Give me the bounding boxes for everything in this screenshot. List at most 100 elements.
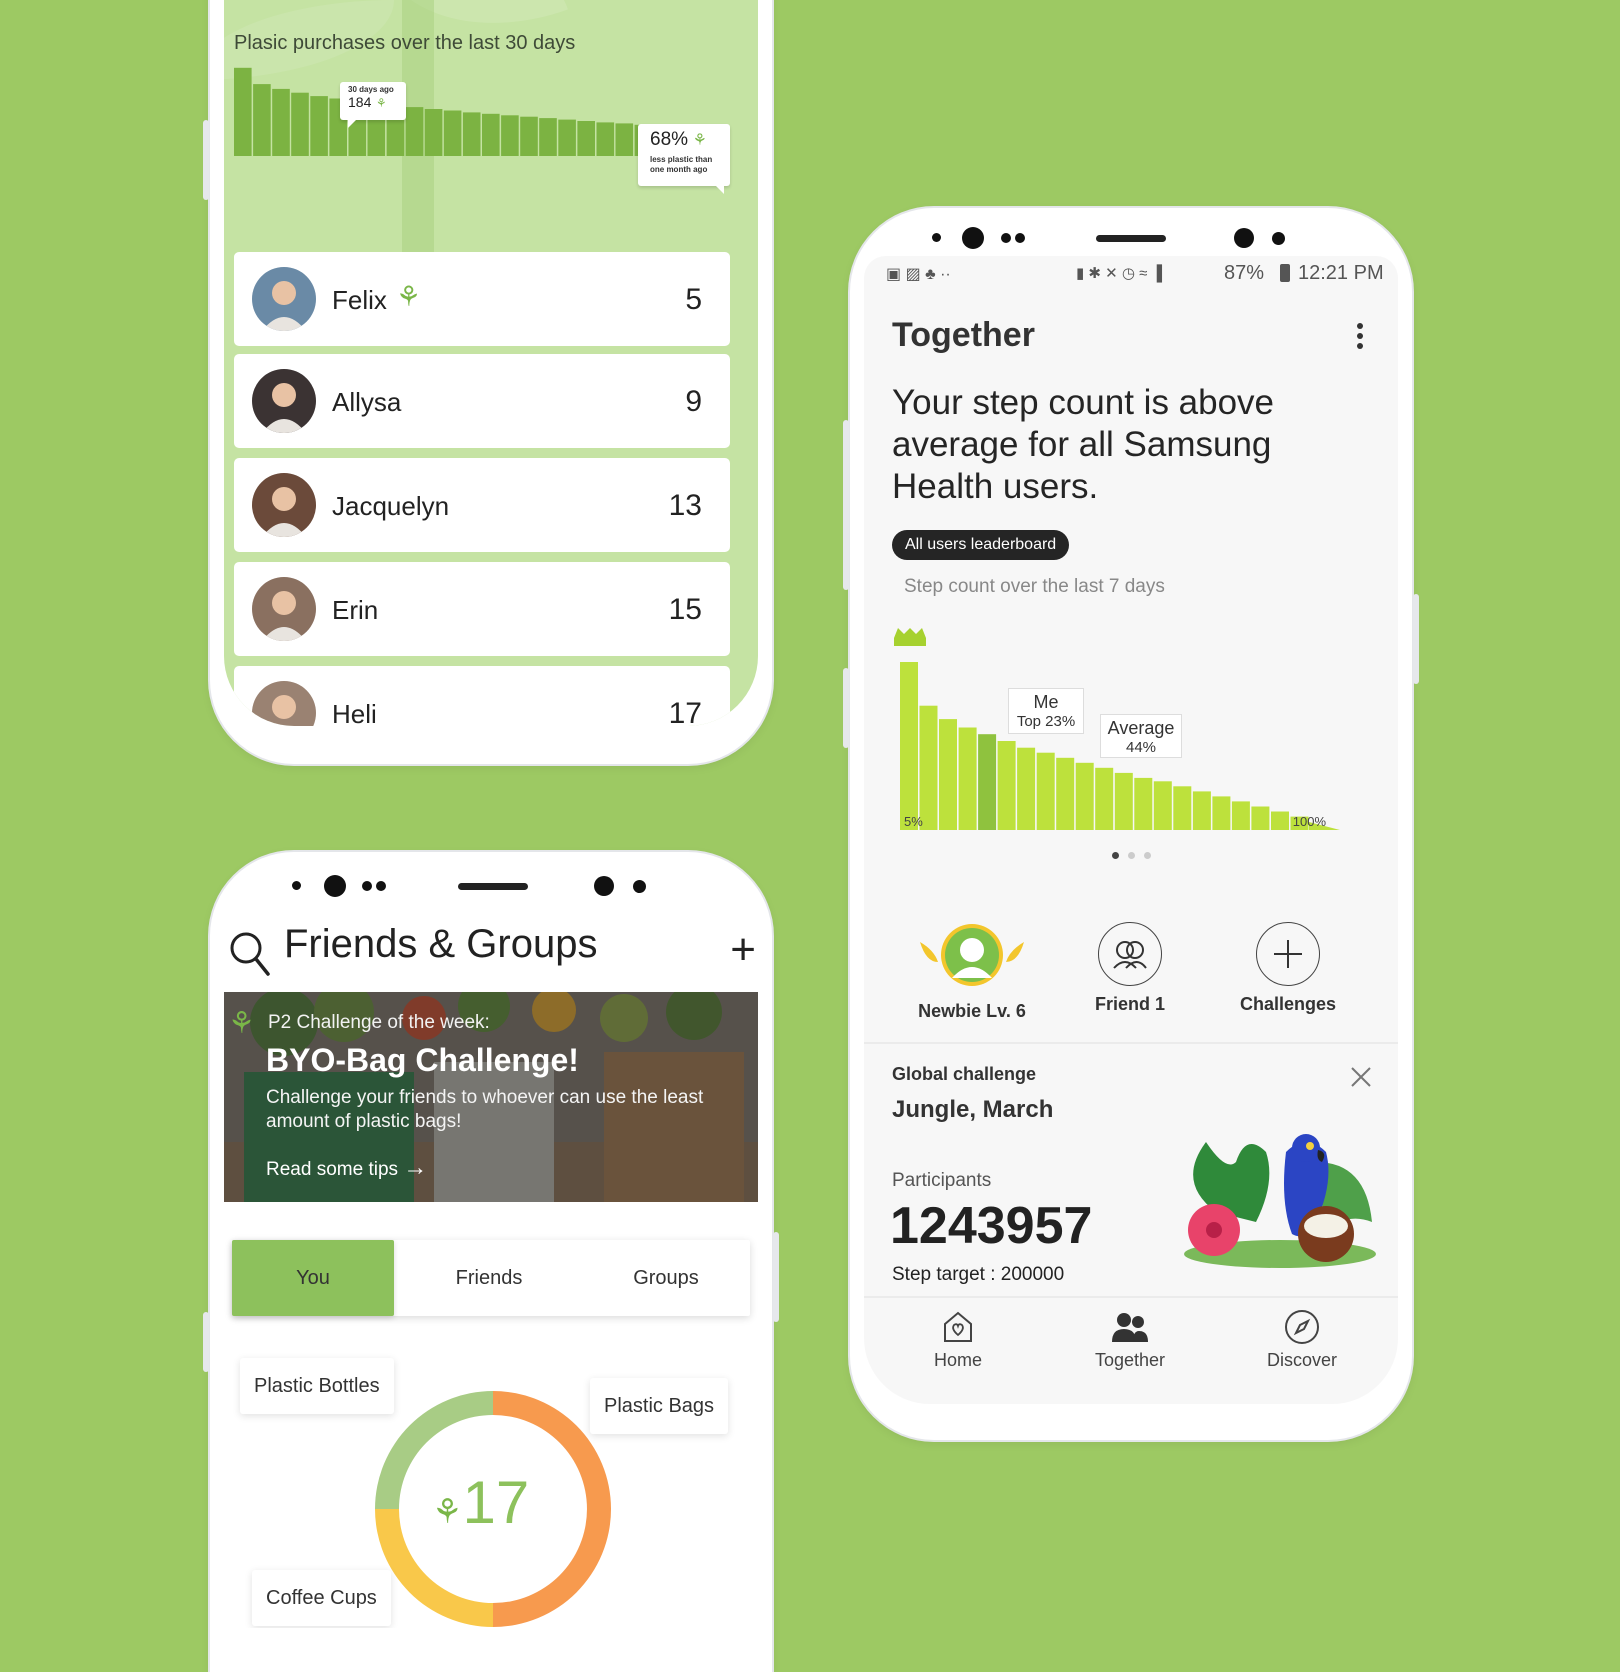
nav-discover-label: Discover — [1266, 1350, 1337, 1370]
step-target: Step target : 200000 — [892, 1264, 1065, 1285]
together-icon — [1060, 1308, 1200, 1346]
participants-value: 1243957 — [890, 1197, 1093, 1255]
step-bar — [1192, 791, 1211, 830]
battery-percent: 87% — [1224, 262, 1265, 284]
player-score: 15 — [668, 593, 702, 626]
player-name: Felix — [332, 285, 387, 315]
average-label: Average — [1107, 718, 1175, 738]
discover-icon — [1232, 1308, 1372, 1346]
player-name: Jacquelyn — [332, 491, 450, 521]
avatar-badge-icon — [920, 924, 1024, 986]
player-name: Heli — [332, 699, 377, 726]
read-tips-link[interactable]: Read some tips → — [266, 1154, 427, 1182]
average-value: 44% — [1125, 739, 1157, 756]
all-users-leaderboard-button[interactable]: All users leaderboard — [892, 530, 1070, 560]
challenge-banner[interactable]: ⚘ P2 Challenge of the week: BYO-Bag Chal… — [224, 992, 758, 1202]
add-icon[interactable]: + — [730, 928, 756, 972]
plastic-bar — [462, 112, 481, 156]
plastic-bar — [310, 96, 328, 156]
sprout-icon: ⚘ — [432, 1493, 463, 1531]
tab-friends[interactable]: Friends — [404, 1240, 574, 1316]
sprout-icon: ⚘ — [228, 1007, 255, 1040]
participants-label: Participants — [892, 1170, 992, 1191]
phone-side-button — [1413, 594, 1419, 684]
me-bubble: Me Top 23% — [1008, 688, 1084, 734]
sprout-icon: ⚘ — [375, 96, 387, 110]
step-bar — [1036, 752, 1055, 830]
avatar — [252, 473, 316, 537]
divider — [864, 1296, 1398, 1298]
leaderboard-row[interactable]: Jacquelyn 13 — [234, 458, 730, 552]
iris-scanner — [594, 876, 614, 896]
challenges-label: Challenges — [1239, 994, 1337, 1014]
friends-stat[interactable]: Friend 1 — [1060, 922, 1200, 1015]
plastic-bar — [615, 123, 634, 156]
nav-home[interactable]: Home — [888, 1308, 1028, 1371]
step-bar — [900, 662, 918, 830]
sensor-dot — [1001, 233, 1011, 243]
sensor-dot — [932, 233, 941, 242]
player-score: 17 — [668, 697, 702, 726]
leaderboard-row[interactable]: Allysa 9 — [234, 354, 730, 448]
player-name: Allysa — [332, 387, 402, 417]
plastic-bar — [272, 88, 290, 156]
step-bar — [1056, 757, 1075, 830]
global-challenge-label: Global challenge — [892, 1064, 1037, 1084]
player-score: 9 — [685, 385, 702, 418]
more-options-icon[interactable] — [1356, 322, 1364, 350]
step-bar — [1095, 767, 1114, 830]
front-camera — [962, 227, 984, 249]
step-bar — [1251, 806, 1270, 830]
level-label: Newbie Lv. 6 — [918, 1001, 1026, 1021]
plus-icon — [1256, 922, 1320, 986]
nav-together[interactable]: Together — [1060, 1308, 1200, 1371]
donut-total: ⚘17 — [432, 1468, 529, 1537]
plastic-bar — [577, 121, 595, 156]
tooltip-start-value: 184 — [348, 94, 372, 110]
page-indicator[interactable] — [1144, 852, 1151, 859]
plastic-bar — [539, 118, 557, 156]
avatar — [252, 267, 316, 331]
challenges-stat[interactable]: Challenges — [1218, 922, 1358, 1015]
level-stat[interactable]: Newbie Lv. 6 — [902, 922, 1042, 1022]
banner-subtitle: P2 Challenge of the week: — [268, 1012, 490, 1033]
step-bar — [1212, 796, 1231, 830]
x-axis-label: 100% — [1293, 814, 1327, 829]
phone-sensors — [850, 226, 1412, 250]
nav-together-label: Together — [1094, 1350, 1166, 1370]
tab-you[interactable]: You — [232, 1240, 394, 1316]
sprout-icon: ⚘ — [692, 132, 707, 149]
headline: Your step count is above average for all… — [892, 383, 1275, 506]
page-indicator-active[interactable] — [1112, 852, 1119, 859]
plastic-bar — [291, 92, 309, 156]
phone-side-button — [203, 1312, 209, 1372]
plastic-bar — [558, 119, 576, 156]
leaderboard-row[interactable]: Felix ⚘ 5 — [234, 252, 730, 346]
step-bar — [997, 741, 1016, 830]
leaderboard-row[interactable]: Heli 17 — [234, 666, 730, 726]
read-tips-label: Read some tips — [266, 1159, 399, 1180]
friends-groups-phone: Friends & Groups + ⚘ P2 Challenge of the… — [203, 852, 779, 1672]
avatar — [252, 369, 316, 433]
search-icon[interactable] — [228, 930, 272, 978]
phone-side-button — [773, 1232, 779, 1322]
close-icon[interactable] — [1350, 1066, 1372, 1088]
page-title: Friends & Groups — [284, 922, 598, 966]
banner-title: BYO-Bag Challenge! — [266, 1042, 579, 1078]
nav-discover[interactable]: Discover — [1232, 1308, 1372, 1371]
divider — [864, 1042, 1398, 1044]
page-title: Together — [892, 316, 1035, 354]
segment-tabs: You Friends Groups — [232, 1240, 750, 1316]
player-score: 5 — [685, 283, 702, 316]
leaderboard-row[interactable]: Erin 15 — [234, 562, 730, 656]
global-challenge-title[interactable]: Jungle, March — [892, 1096, 1053, 1124]
sensor-dot — [1272, 232, 1285, 245]
system-status-icons: ▮ ✱ ✕ ◷ ≈ ▐ — [1076, 265, 1163, 282]
step-bar — [1153, 781, 1172, 830]
segment-label-bottles: Plastic Bottles — [240, 1358, 394, 1414]
sprout-icon: ⚘ — [396, 281, 422, 312]
step-bar — [1231, 801, 1250, 830]
tab-groups[interactable]: Groups — [582, 1240, 750, 1316]
step-bar — [919, 705, 938, 830]
page-indicator[interactable] — [1128, 852, 1135, 859]
